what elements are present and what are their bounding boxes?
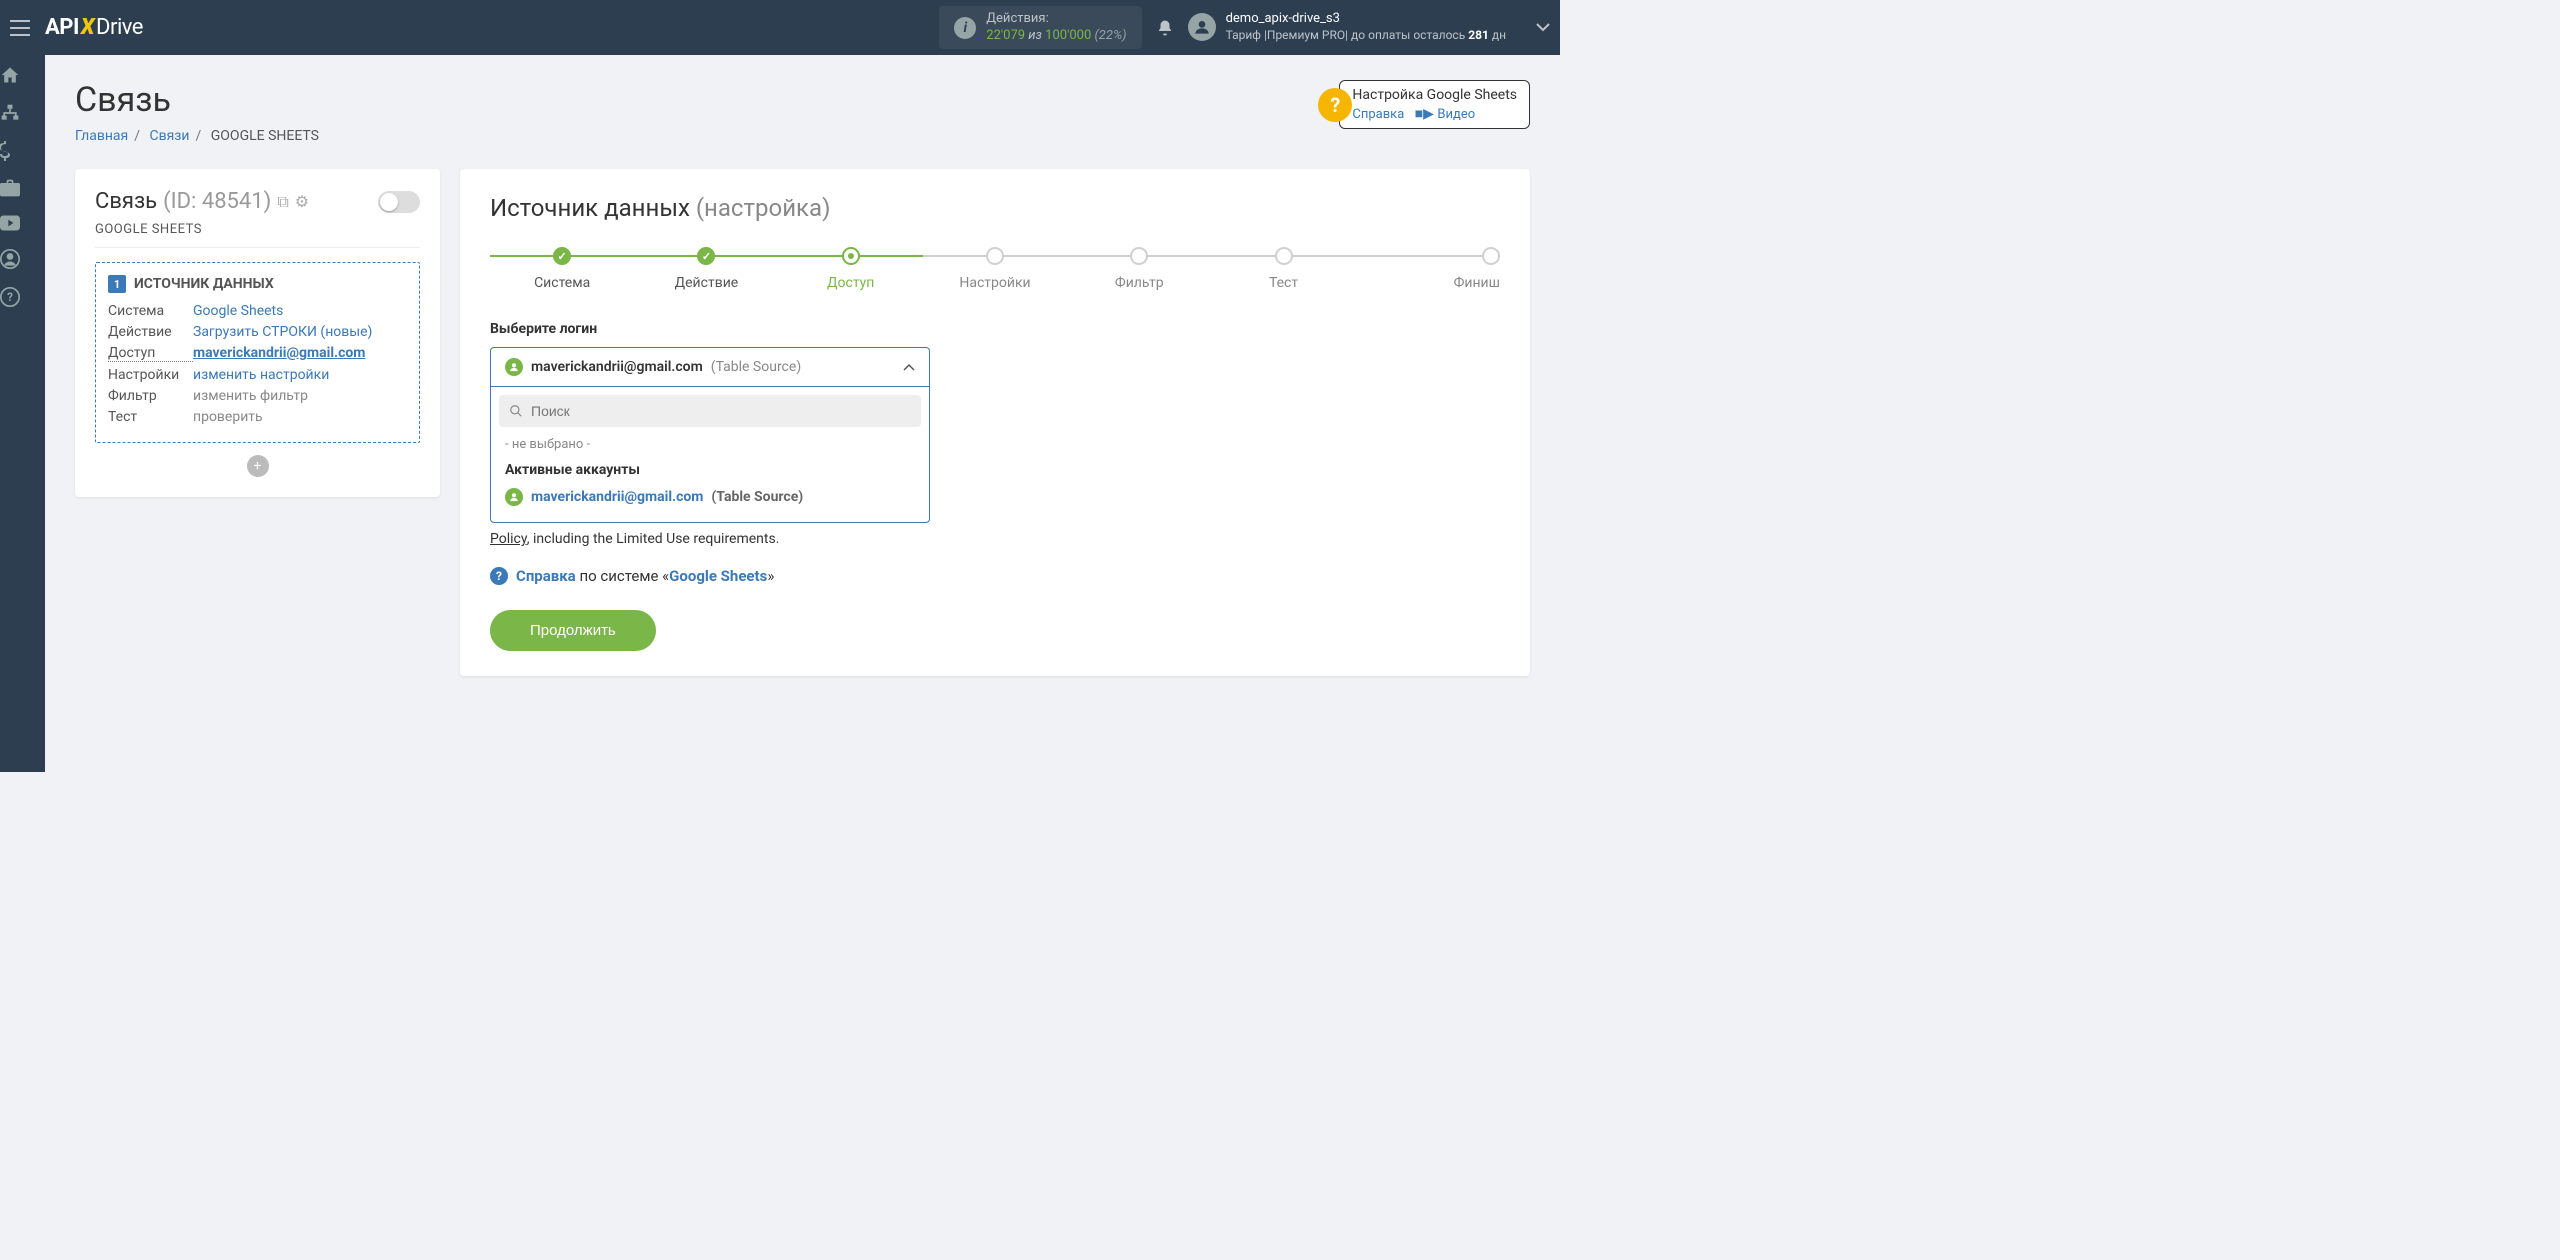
help-system-link[interactable]: Google Sheets bbox=[669, 567, 767, 585]
add-destination-button[interactable]: + bbox=[247, 455, 269, 477]
question-icon: ? bbox=[490, 567, 508, 585]
policy-text: Policy, including the Limited Use requir… bbox=[490, 531, 1500, 547]
nav-video-icon[interactable] bbox=[0, 215, 45, 231]
chevron-down-icon[interactable] bbox=[1536, 22, 1550, 32]
stepper: Система Действие Доступ Настройки Фильтр… bbox=[490, 247, 1500, 291]
config-title: Источник данных (настройка) bbox=[490, 194, 1500, 222]
step-system[interactable]: Система bbox=[490, 247, 634, 291]
nav-user-icon[interactable] bbox=[0, 249, 45, 269]
page-title: Связь bbox=[75, 80, 319, 120]
nav-home-icon[interactable] bbox=[0, 65, 45, 85]
help-box-title: Настройка Google Sheets bbox=[1352, 87, 1517, 103]
src-test[interactable]: проверить bbox=[193, 409, 263, 425]
video-icon: ■▶ bbox=[1415, 106, 1434, 122]
nav-briefcase-icon[interactable] bbox=[0, 179, 45, 197]
nav-connections-icon[interactable] bbox=[0, 103, 45, 123]
breadcrumb-current: GOOGLE SHEETS bbox=[211, 128, 319, 144]
logo[interactable]: APIXDrive bbox=[45, 15, 143, 40]
continue-button[interactable]: Продолжить bbox=[490, 610, 656, 651]
option-group-label: Активные аккаунты bbox=[499, 456, 921, 480]
copy-icon[interactable]: ⧉ bbox=[277, 192, 288, 212]
gear-icon[interactable]: ⚙ bbox=[295, 192, 309, 211]
help-box: ? Настройка Google Sheets Справка ■▶ Вид… bbox=[1339, 80, 1530, 129]
search-icon bbox=[509, 404, 523, 418]
connection-subtitle: GOOGLE SHEETS bbox=[95, 222, 420, 248]
info-icon: i bbox=[954, 17, 976, 39]
src-settings[interactable]: изменить настройки bbox=[193, 367, 329, 383]
connection-id: (ID: 48541) bbox=[163, 189, 271, 214]
breadcrumb-home[interactable]: Главная bbox=[75, 128, 128, 144]
help-video-link[interactable]: Видео bbox=[1437, 107, 1475, 122]
source-box: 1 ИСТОЧНИК ДАННЫХ СистемаGoogle Sheets Д… bbox=[95, 262, 420, 443]
left-sidebar: ? bbox=[0, 55, 45, 772]
step-filter[interactable]: Фильтр bbox=[1067, 247, 1211, 291]
option-none[interactable]: - не выбрано - bbox=[499, 427, 921, 456]
chevron-up-icon bbox=[903, 363, 915, 371]
notifications-icon[interactable] bbox=[1156, 19, 1174, 37]
source-head-label: ИСТОЧНИК ДАННЫХ bbox=[134, 276, 274, 292]
help-ref-link[interactable]: Справка bbox=[1352, 107, 1404, 122]
enable-toggle[interactable] bbox=[378, 191, 420, 213]
breadcrumb-links[interactable]: Связи bbox=[150, 128, 190, 144]
nav-help-icon[interactable]: ? bbox=[0, 287, 45, 307]
tariff-line: Тариф |Премиум PRO| до оплаты осталось 2… bbox=[1226, 28, 1506, 44]
src-system[interactable]: Google Sheets bbox=[193, 303, 283, 319]
step-test[interactable]: Тест bbox=[1211, 247, 1355, 291]
nav-billing-icon[interactable] bbox=[0, 141, 45, 161]
src-action[interactable]: Загрузить СТРОКИ (новые) bbox=[193, 324, 372, 340]
badge-1: 1 bbox=[108, 275, 126, 293]
connection-title: Связь bbox=[95, 189, 157, 214]
step-action[interactable]: Действие bbox=[634, 247, 778, 291]
actions-label: Действия: bbox=[986, 11, 1126, 28]
help-line: ? Справка по системе «Google Sheets» bbox=[490, 567, 1500, 585]
step-finish[interactable]: Финиш bbox=[1356, 247, 1500, 291]
actions-counter[interactable]: i Действия: 22'079 из 100'000 (22%) bbox=[939, 6, 1141, 50]
breadcrumb: Главная/ Связи/ GOOGLE SHEETS bbox=[75, 128, 319, 144]
step-access[interactable]: Доступ bbox=[779, 247, 923, 291]
user-icon bbox=[505, 488, 523, 506]
main-content: Связь Главная/ Связи/ GOOGLE SHEETS ? На… bbox=[45, 55, 1560, 772]
hamburger-menu[interactable] bbox=[10, 20, 40, 36]
user-icon bbox=[505, 358, 523, 376]
src-filter[interactable]: изменить фильтр bbox=[193, 388, 308, 404]
username: demo_apix-drive_s3 bbox=[1226, 11, 1506, 28]
src-access[interactable]: maverickandrii@gmail.com bbox=[193, 345, 365, 362]
topbar: APIXDrive i Действия: 22'079 из 100'000 … bbox=[0, 0, 1560, 55]
search-input[interactable] bbox=[531, 403, 911, 419]
dropdown-search[interactable] bbox=[499, 395, 921, 427]
connection-card: Связь (ID: 48541) ⧉ ⚙ GOOGLE SHEETS 1 ИС… bbox=[75, 169, 440, 497]
avatar-icon bbox=[1188, 13, 1216, 41]
dropdown-selected[interactable]: maverickandrii@gmail.com (Table Source) bbox=[491, 348, 929, 386]
help-circle-icon[interactable]: ? bbox=[1318, 88, 1352, 122]
login-dropdown[interactable]: maverickandrii@gmail.com (Table Source) … bbox=[490, 347, 930, 523]
step-settings[interactable]: Настройки bbox=[923, 247, 1067, 291]
config-card: Источник данных (настройка) Система Дейс… bbox=[460, 169, 1530, 676]
svg-text:?: ? bbox=[7, 290, 13, 304]
dropdown-panel: - не выбрано - Активные аккаунты maveric… bbox=[491, 386, 929, 522]
option-account[interactable]: maverickandrii@gmail.com (Table Source) bbox=[499, 480, 921, 514]
login-field-label: Выберите логин bbox=[490, 321, 1500, 337]
user-menu[interactable]: demo_apix-drive_s3 Тариф |Премиум PRO| д… bbox=[1188, 11, 1550, 43]
